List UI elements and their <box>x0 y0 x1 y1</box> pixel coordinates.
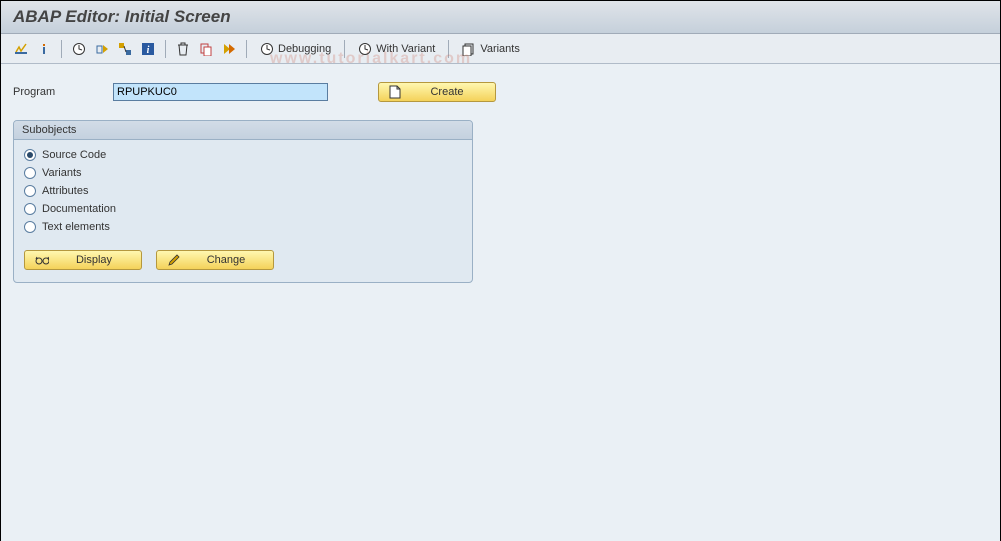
where-used-icon[interactable] <box>115 39 135 59</box>
delete-icon[interactable] <box>173 39 193 59</box>
radio-icon[interactable] <box>24 149 36 161</box>
pencil-icon <box>167 253 181 267</box>
radio-label: Attributes <box>42 185 88 197</box>
radio-icon[interactable] <box>24 221 36 233</box>
separator <box>61 40 62 58</box>
execute-icon[interactable] <box>219 39 239 59</box>
radio-icon[interactable] <box>24 203 36 215</box>
radio-label: Documentation <box>42 203 116 215</box>
activate-icon[interactable] <box>92 39 112 59</box>
separator <box>165 40 166 58</box>
radio-source-code[interactable]: Source Code <box>14 146 472 164</box>
radio-label: Text elements <box>42 221 110 233</box>
copy-icon[interactable] <box>196 39 216 59</box>
content-area: Program Create Subobjects Source Code Va… <box>1 64 1000 541</box>
info-stick-icon[interactable] <box>34 39 54 59</box>
title-bar: ABAP Editor: Initial Screen <box>1 1 1000 34</box>
page-title: ABAP Editor: Initial Screen <box>13 7 231 26</box>
check-icon[interactable] <box>11 39 31 59</box>
separator <box>246 40 247 58</box>
program-row: Program Create <box>13 82 988 102</box>
radio-attributes[interactable]: Attributes <box>14 182 472 200</box>
create-label: Create <box>409 86 485 98</box>
glasses-icon <box>35 254 49 266</box>
radio-documentation[interactable]: Documentation <box>14 200 472 218</box>
document-icon <box>389 85 401 99</box>
radio-icon[interactable] <box>24 185 36 197</box>
separator <box>448 40 449 58</box>
with-variant-button[interactable]: With Variant <box>352 40 441 58</box>
button-row: Display Change <box>14 236 472 270</box>
display-label: Display <box>57 254 131 266</box>
display-button[interactable]: Display <box>24 250 142 270</box>
radio-label: Variants <box>42 167 82 179</box>
variants-button[interactable]: Variants <box>456 40 526 58</box>
variants-label: Variants <box>480 43 520 55</box>
change-button[interactable]: Change <box>156 250 274 270</box>
info-icon[interactable]: i <box>138 39 158 59</box>
subobjects-group: Subobjects Source Code Variants Attribut… <box>13 120 473 283</box>
radio-variants[interactable]: Variants <box>14 164 472 182</box>
clock-icon[interactable] <box>69 39 89 59</box>
group-title: Subobjects <box>14 121 472 140</box>
radio-text-elements[interactable]: Text elements <box>14 218 472 236</box>
radio-icon[interactable] <box>24 167 36 179</box>
debugging-label: Debugging <box>278 43 331 55</box>
program-label: Program <box>13 86 113 98</box>
separator <box>344 40 345 58</box>
create-button[interactable]: Create <box>378 82 496 102</box>
with-variant-label: With Variant <box>376 43 435 55</box>
svg-text:i: i <box>147 45 150 56</box>
program-input[interactable] <box>113 83 328 101</box>
debugging-button[interactable]: Debugging <box>254 40 337 58</box>
change-label: Change <box>189 254 263 266</box>
toolbar: i Debugging With Variant Variants <box>1 34 1000 64</box>
radio-label: Source Code <box>42 149 106 161</box>
